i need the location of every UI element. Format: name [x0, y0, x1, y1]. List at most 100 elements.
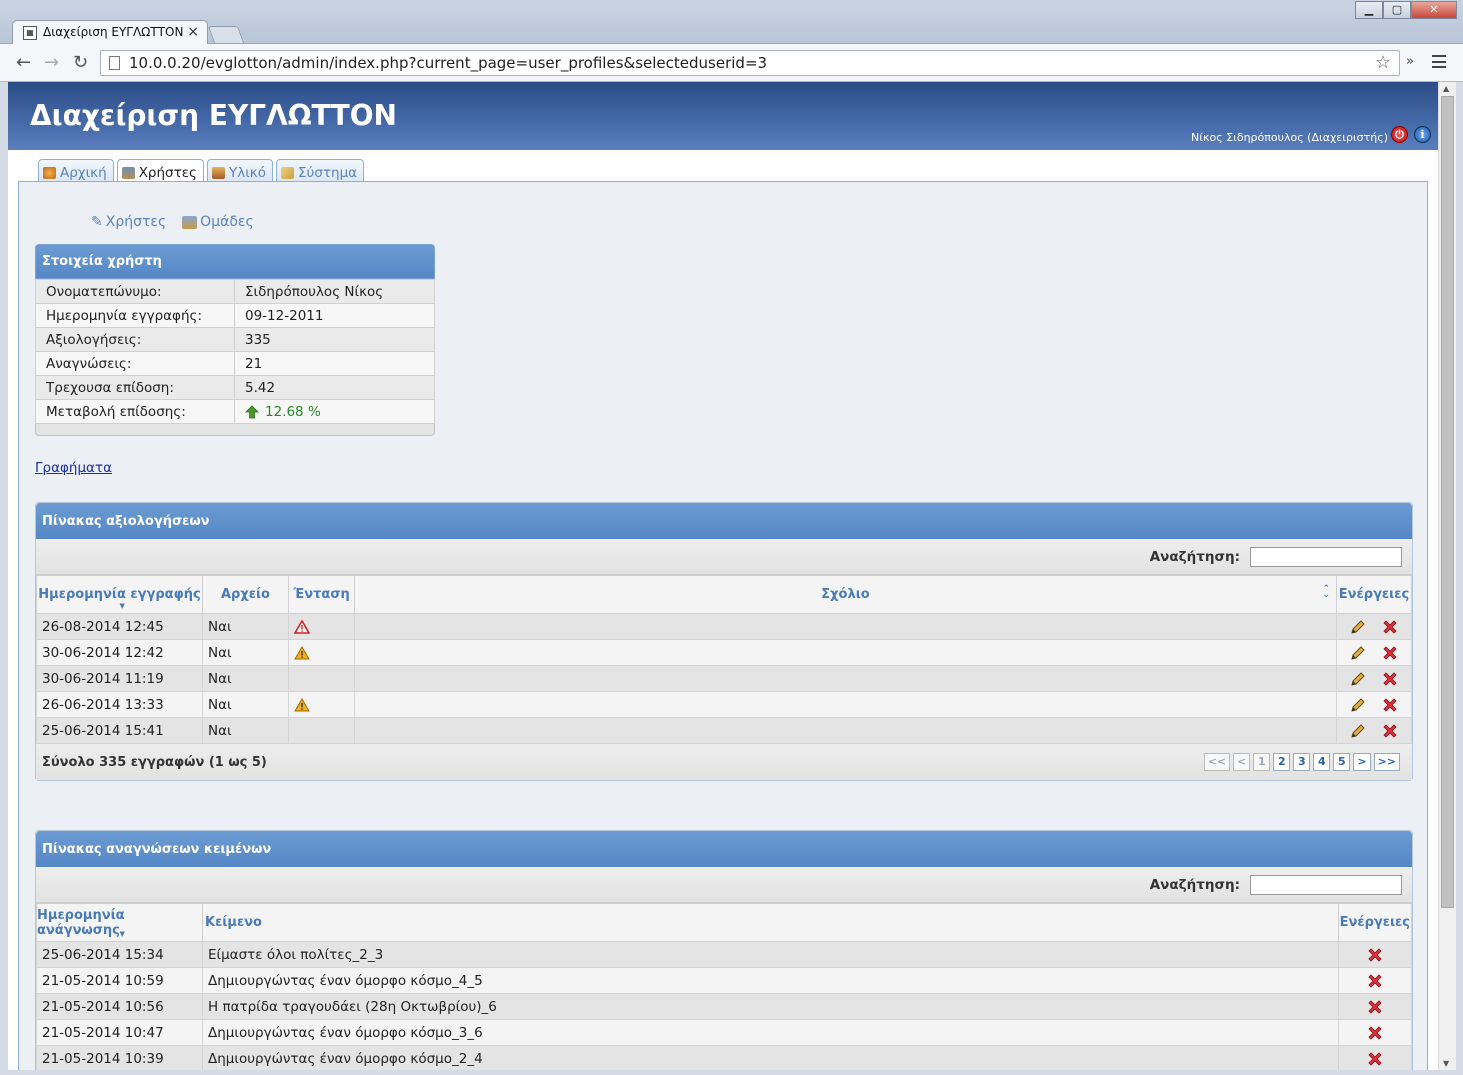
- column-header-file[interactable]: Αρχείο: [202, 575, 289, 614]
- maximize-button[interactable]: ▢: [1383, 1, 1411, 19]
- edit-icon[interactable]: [1349, 644, 1367, 662]
- info-value: 5.42: [234, 375, 435, 400]
- column-header-comment[interactable]: Σχόλιο ⌃ ⌄: [354, 575, 1337, 614]
- scroll-up-icon[interactable]: ▲: [1443, 84, 1449, 93]
- info-label: Αναγνώσεις:: [35, 351, 235, 376]
- readings-title: Πίνακας αναγνώσεων κειμένων: [36, 831, 1412, 867]
- info-label: Αξιολογήσεις:: [35, 327, 235, 352]
- edit-icon[interactable]: [1349, 722, 1367, 740]
- pagination: << < 1 2 3 4 5 > >>: [1203, 753, 1400, 771]
- row-actions: [1336, 613, 1412, 640]
- evaluations-title: Πίνακας αξιολογήσεων: [36, 503, 1412, 539]
- row-actions: [1336, 691, 1412, 718]
- evaluations-search-input[interactable]: [1250, 546, 1402, 567]
- back-icon[interactable]: ←: [16, 52, 31, 73]
- groups-link-label: Ομάδες: [200, 214, 254, 230]
- new-tab-button[interactable]: [207, 26, 245, 43]
- column-header-actions: Ενέργειες: [1337, 903, 1413, 942]
- info-icon[interactable]: i: [1414, 126, 1431, 143]
- tab-material[interactable]: Υλικό: [206, 159, 273, 182]
- info-row: Αναγνώσεις: 21: [35, 351, 435, 376]
- row-date: 21-05-2014 10:59: [36, 967, 203, 994]
- tab-system[interactable]: Σύστημα: [276, 159, 365, 182]
- delete-icon[interactable]: [1381, 696, 1399, 714]
- reload-icon[interactable]: ↻: [73, 52, 88, 73]
- row-text: Δημιουργώντας έναν όμορφο κόσμο_4_5: [202, 967, 1339, 994]
- column-header-reading-date[interactable]: Ημερομηνία ανάγνωσης ▼: [36, 903, 203, 942]
- pager-page-2[interactable]: 2: [1273, 753, 1291, 771]
- menu-icon[interactable]: [1432, 55, 1446, 68]
- info-row: Ονοματεπώνυμο: Σιδηρόπουλος Νίκος: [35, 279, 435, 304]
- delete-icon[interactable]: [1381, 670, 1399, 688]
- minimize-button[interactable]: ▁: [1355, 1, 1383, 19]
- info-value: 09-12-2011: [234, 303, 435, 328]
- tab-home[interactable]: Αρχική: [38, 159, 114, 182]
- user-info-title: Στοιχεία χρήστη: [35, 244, 435, 279]
- readings-search-input[interactable]: [1250, 874, 1402, 895]
- row-comment: [354, 665, 1337, 692]
- groups-icon: [182, 215, 198, 229]
- extensions-chevron-icon[interactable]: »: [1406, 54, 1414, 69]
- bookmark-star-icon[interactable]: ☆: [1375, 52, 1391, 73]
- browser-tab[interactable]: ▦ Διαχείριση ΕΥΓΛΩΤΤΟΝ ×: [12, 20, 208, 45]
- column-header-date[interactable]: Ημερομηνία εγγραφής ▼: [36, 575, 203, 614]
- delete-icon[interactable]: [1366, 1024, 1384, 1042]
- content-area: ✎ Χρήστες Ομάδες Στοιχεία χρήστη Ονοματε…: [18, 181, 1428, 1070]
- delete-icon[interactable]: [1381, 644, 1399, 662]
- row-text: Η πατρίδα τραγουδάει (28η Οκτωβρίου)_6: [202, 993, 1339, 1020]
- pager-page-3[interactable]: 3: [1293, 753, 1311, 771]
- search-label: Αναζήτηση:: [1149, 548, 1240, 565]
- info-value: 335: [234, 327, 435, 352]
- evaluations-toolbar: Αναζήτηση:: [36, 539, 1412, 575]
- pager-last[interactable]: >>: [1373, 753, 1400, 771]
- evaluations-table: Ημερομηνία εγγραφής ▼ Αρχείο Ένταση Σχόλι…: [36, 575, 1412, 744]
- vertical-scrollbar[interactable]: ▲ ▼: [1438, 82, 1456, 1070]
- readings-grid: Πίνακας αναγνώσεων κειμένων Αναζήτηση: Η…: [35, 830, 1413, 1070]
- close-window-button[interactable]: ✕: [1411, 1, 1457, 19]
- info-value: 21: [234, 351, 435, 376]
- column-header-intensity[interactable]: Ένταση: [288, 575, 355, 614]
- sub-navigation: ✎ Χρήστες Ομάδες: [91, 214, 254, 230]
- row-intensity: [288, 691, 355, 718]
- row-comment: [354, 639, 1337, 666]
- row-file: Ναι: [202, 691, 289, 718]
- delete-icon[interactable]: [1366, 972, 1384, 990]
- performance-change-value: 12.68 %: [265, 403, 321, 420]
- users-link-label: Χρήστες: [105, 214, 167, 230]
- delete-icon[interactable]: [1366, 998, 1384, 1016]
- tab-users[interactable]: Χρήστες: [116, 159, 204, 183]
- scrollbar-thumb[interactable]: [1441, 96, 1454, 908]
- tab-close-icon[interactable]: ×: [187, 24, 199, 40]
- row-actions: [1336, 717, 1412, 744]
- delete-icon[interactable]: [1381, 618, 1399, 636]
- tab-users-label: Χρήστες: [138, 165, 197, 181]
- records-count: Σύνολο 335 εγγραφών (1 ως 5): [42, 754, 267, 770]
- edit-icon[interactable]: [1349, 670, 1367, 688]
- row-text: Είμαστε όλοι πολίτες_2_3: [202, 941, 1339, 968]
- pager-page-1: 1: [1253, 753, 1271, 771]
- graphs-link[interactable]: Γραφήματα: [35, 460, 112, 476]
- row-intensity: [288, 639, 355, 666]
- tab-material-label: Υλικό: [228, 164, 266, 181]
- delete-icon[interactable]: [1366, 1050, 1384, 1068]
- tab-system-label: Σύστημα: [298, 164, 358, 181]
- delete-icon[interactable]: [1381, 722, 1399, 740]
- pager-page-4[interactable]: 4: [1313, 753, 1331, 771]
- logout-icon[interactable]: ⏻: [1391, 126, 1408, 143]
- sort-icon: ⌃ ⌄: [1322, 584, 1330, 600]
- user-info-table: Ονοματεπώνυμο: Σιδηρόπουλος Νίκος Ημερομη…: [35, 279, 435, 424]
- edit-icon[interactable]: [1349, 696, 1367, 714]
- pager-next[interactable]: >: [1353, 753, 1371, 771]
- delete-icon[interactable]: [1366, 946, 1384, 964]
- column-header-text[interactable]: Κείμενο: [202, 903, 1339, 942]
- users-link[interactable]: ✎ Χρήστες: [91, 214, 166, 230]
- groups-link[interactable]: Ομάδες: [182, 214, 254, 230]
- pager-page-5[interactable]: 5: [1333, 753, 1351, 771]
- edit-icon[interactable]: [1349, 618, 1367, 636]
- warning-icon: [294, 645, 310, 659]
- url-text: 10.0.0.20/evglotton/admin/index.php?curr…: [129, 54, 768, 72]
- address-bar[interactable]: 10.0.0.20/evglotton/admin/index.php?curr…: [100, 50, 1400, 76]
- scroll-down-icon[interactable]: ▼: [1443, 1059, 1449, 1068]
- row-file: Ναι: [202, 613, 289, 640]
- forward-icon[interactable]: →: [44, 52, 59, 73]
